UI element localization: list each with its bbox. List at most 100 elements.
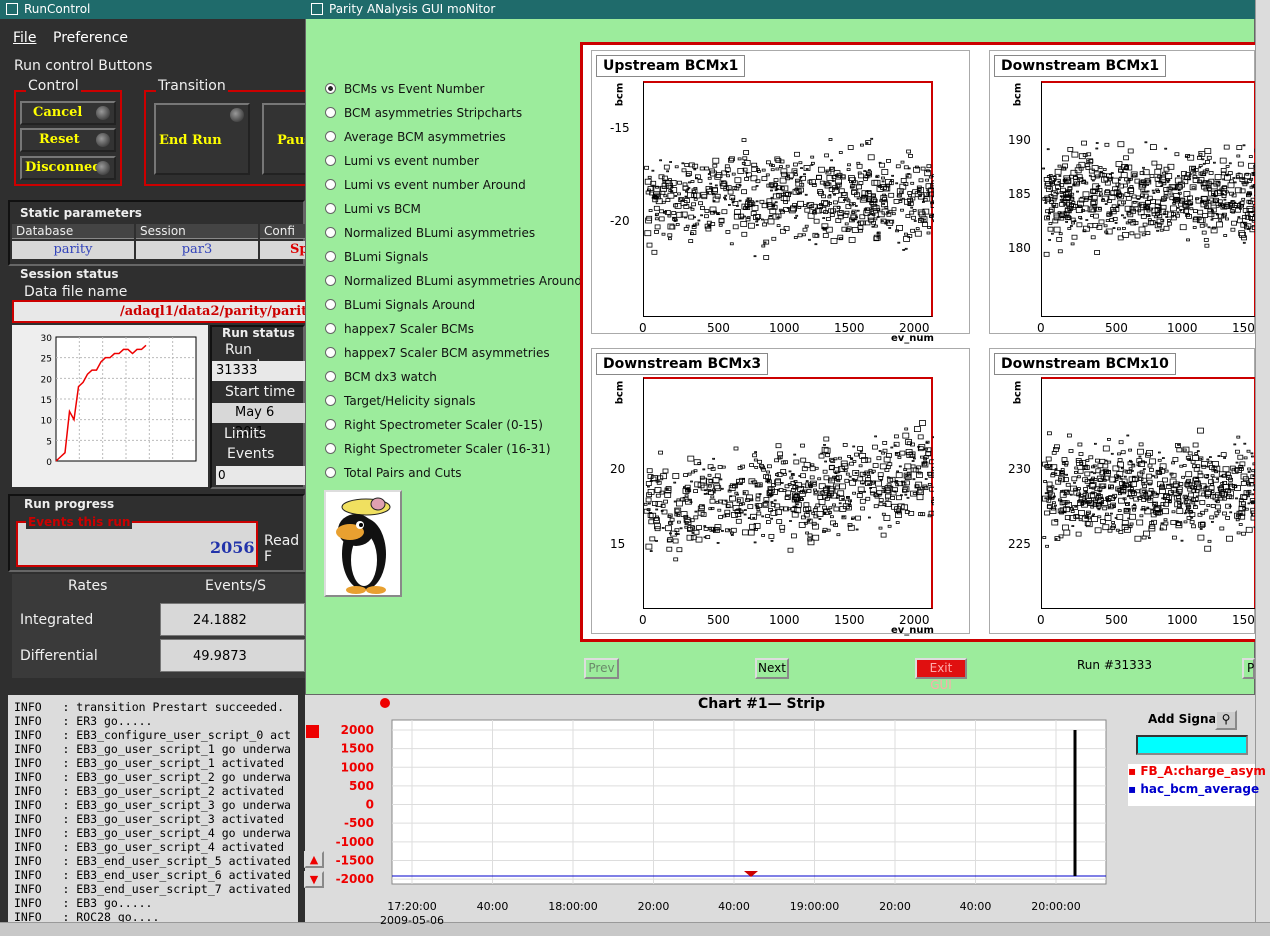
plot-option[interactable]: Right Spectrometer Scaler (16-31) <box>325 442 551 456</box>
integrated-label: Integrated <box>20 612 94 628</box>
cancel-button[interactable]: Cancel <box>20 101 116 125</box>
bcm-plot[interactable]: Downstream BCMx1 bcm 190 185 180 0 500 1000 1500 <box>989 50 1264 335</box>
bcm-plot[interactable]: Upstream BCMx1 bcm -15 -20 0 500 1000 1500 2000 e… <box>591 50 970 344</box>
bcm-plot[interactable]: Downstream BCMx10 bcm 230 225 0 500 1000 1500 <box>989 348 1263 634</box>
strip-ytick: -1000 <box>336 835 374 849</box>
bcm-plot[interactable]: Downstream BCMx3 bcm 20 15 0 500 1000 1500 2000 e… <box>591 348 970 636</box>
y-tick-label: 185 <box>1008 187 1031 201</box>
x-tick-label: 1500 <box>834 321 865 335</box>
plot-option[interactable]: Lumi vs event number <box>325 154 479 168</box>
plot-option[interactable]: Right Spectrometer Scaler (0-15) <box>325 418 543 432</box>
radio-icon[interactable] <box>325 131 336 142</box>
strip-date: 2009-05-06 <box>380 914 444 924</box>
x-tick-label: 0 <box>639 321 647 335</box>
plot-option[interactable]: BCMs vs Event Number <box>325 82 484 96</box>
log-line: INFO : EB3_go_user_script_2 go underwa <box>14 770 291 784</box>
scatter-points <box>643 420 937 562</box>
rate-ylabel: Events/Sec <box>18 380 32 443</box>
menu-file[interactable]: File <box>13 30 36 46</box>
plot-option[interactable]: Normalized BLumi asymmetries Around <box>325 274 582 288</box>
plot-option[interactable]: happex7 Scaler BCM asymmetries <box>325 346 550 360</box>
radio-icon[interactable] <box>325 83 336 94</box>
log-line: INFO : EB3_end_user_script_6 activated <box>14 868 291 882</box>
next-button[interactable]: Next <box>755 658 789 679</box>
rate-ytick: 5 <box>46 437 52 447</box>
radio-icon[interactable] <box>325 179 336 190</box>
penguin-logo[interactable] <box>324 490 402 597</box>
rates-header: Rates <box>68 578 108 594</box>
pagui-titlebar[interactable]: Parity ANalysis GUI moNitor <box>305 0 1255 19</box>
session-value: par3 <box>136 241 258 259</box>
radio-icon[interactable] <box>325 107 336 118</box>
plot-option-label: Right Spectrometer Scaler (0-15) <box>344 418 543 432</box>
menu-preference[interactable]: Preference <box>53 30 128 46</box>
strip-ytick: 2000 <box>341 723 374 737</box>
runcontrol-titlebar[interactable]: RunControl <box>0 0 305 19</box>
exit-gui-button[interactable]: Exit GUI <box>915 658 967 692</box>
strip-chart-title: Chart #1— Strip <box>698 696 826 712</box>
events-per-sec-header: Events/S <box>205 578 267 594</box>
radio-icon[interactable] <box>325 251 336 262</box>
radio-icon[interactable] <box>325 395 336 406</box>
x-tick-label: 1000 <box>769 321 800 335</box>
radio-icon[interactable] <box>325 419 336 430</box>
log-line: INFO : EB3_end_user_script_7 activated <box>14 882 291 896</box>
strip-chart-svg[interactable]: 2000 1500 1000 500 0 -500 -1000 -1500 -2000 17:20… <box>320 712 1120 924</box>
radio-icon[interactable] <box>325 227 336 238</box>
plot-option[interactable]: Normalized BLumi asymmetries <box>325 226 535 240</box>
events-limit-input[interactable]: 0 <box>216 466 305 485</box>
radio-icon[interactable] <box>325 347 336 358</box>
window-menu-icon[interactable] <box>6 3 18 15</box>
radio-icon[interactable] <box>325 371 336 382</box>
scatter-points <box>644 137 940 260</box>
log-line: INFO : EB3_end_user_script_5 activated <box>14 854 291 868</box>
led-icon <box>230 108 244 122</box>
plot-title: Upstream BCMx1 <box>596 55 746 77</box>
print-button[interactable]: P <box>1242 658 1255 679</box>
radio-icon[interactable] <box>325 443 336 454</box>
plot-option[interactable]: BCM dx3 watch <box>325 370 437 384</box>
add-signal-label: Add Signal <box>1148 712 1221 726</box>
legend-signal-2[interactable]: ▪ hac_bcm_average <box>1128 782 1259 796</box>
plot-option[interactable]: BCM asymmetries Stripcharts <box>325 106 522 120</box>
pause-button[interactable]: Paus <box>262 103 312 175</box>
plot-option[interactable]: Average BCM asymmetries <box>325 130 506 144</box>
plot-option[interactable]: BLumi Signals Around <box>325 298 475 312</box>
events-this-run-label: Events this run <box>26 515 133 529</box>
plot-option[interactable]: Total Pairs and Cuts <box>325 466 462 480</box>
log-line: INFO : EB3_go_user_script_3 activated <box>14 812 285 826</box>
signal-color-swatch[interactable] <box>306 725 319 738</box>
plot-option[interactable]: Lumi vs event number Around <box>325 178 526 192</box>
reset-button[interactable]: Reset <box>20 128 116 152</box>
legend-signal-2-label: hac_bcm_average <box>1140 782 1260 796</box>
end-run-button[interactable]: End Run <box>154 103 250 175</box>
radio-icon[interactable] <box>325 155 336 166</box>
radio-icon[interactable] <box>325 203 336 214</box>
add-signal-input[interactable] <box>1136 735 1248 755</box>
scatter-points <box>1042 427 1263 552</box>
window-menu-icon[interactable] <box>311 3 323 15</box>
legend-signal-1[interactable]: ▪ FB_A:charge_asym <box>1128 764 1266 778</box>
strip-ytick: -1500 <box>336 853 374 867</box>
menu-bar: File Preference <box>0 27 305 51</box>
radio-icon[interactable] <box>325 299 336 310</box>
prev-button[interactable]: Prev <box>584 658 619 679</box>
plot-option[interactable]: Lumi vs BCM <box>325 202 421 216</box>
plot-option[interactable]: happex7 Scaler BCMs <box>325 322 474 336</box>
disconnect-button[interactable]: Disconnect <box>20 156 116 180</box>
run-number-label: Run #31333 <box>1077 658 1153 672</box>
plot-option[interactable]: BLumi Signals <box>325 250 428 264</box>
log-line: INFO : EB3_go_user_script_2 activated <box>14 784 285 798</box>
horizontal-scrollbar[interactable] <box>0 922 1270 936</box>
message-log[interactable]: INFO : transition Prestart succeeded. INF… <box>8 695 298 936</box>
log-line: INFO : EB3 go..... <box>14 896 153 910</box>
binoculars-icon[interactable]: ⚲ <box>1215 710 1237 730</box>
radio-icon[interactable] <box>325 275 336 286</box>
scatter-points <box>1042 138 1264 257</box>
plot-option[interactable]: Target/Helicity signals <box>325 394 476 408</box>
radio-icon[interactable] <box>325 323 336 334</box>
radio-icon[interactable] <box>325 467 336 478</box>
plot-option-label: happex7 Scaler BCMs <box>344 322 474 336</box>
plot-ylabel: bcm <box>1012 82 1024 107</box>
y-tick-label: -15 <box>610 121 630 135</box>
